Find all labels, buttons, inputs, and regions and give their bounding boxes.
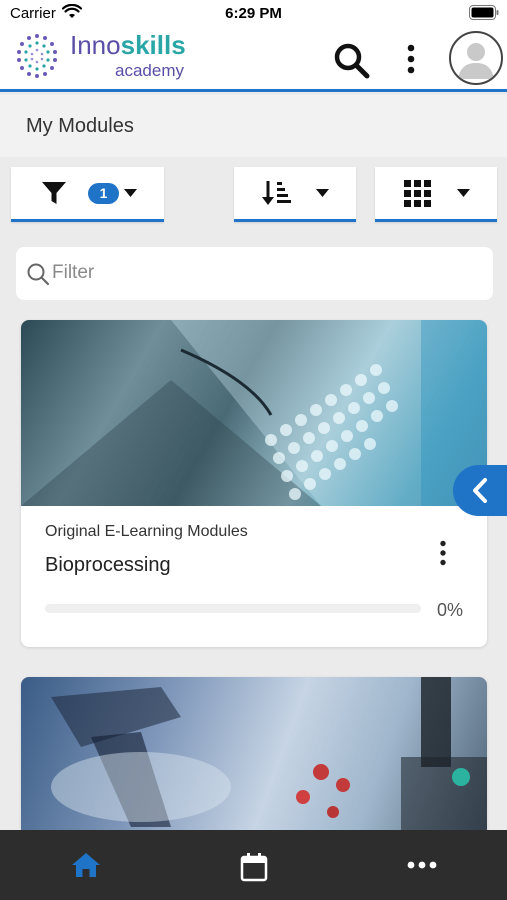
search-icon[interactable] bbox=[333, 42, 371, 80]
nav-calendar[interactable] bbox=[228, 830, 280, 900]
view-mode-button[interactable] bbox=[375, 167, 497, 222]
sort-button[interactable] bbox=[234, 167, 356, 222]
caret-down-icon bbox=[316, 189, 329, 197]
module-image bbox=[21, 677, 487, 837]
caret-down-icon bbox=[457, 189, 470, 197]
avatar-icon bbox=[458, 43, 494, 79]
more-horiz-icon bbox=[407, 861, 437, 869]
logo-icon bbox=[17, 34, 57, 78]
module-image-art bbox=[21, 320, 487, 506]
filter-button[interactable]: 1 bbox=[11, 167, 164, 222]
calendar-icon bbox=[240, 853, 268, 882]
filter-input[interactable] bbox=[52, 257, 472, 289]
progress-bar bbox=[45, 604, 421, 613]
nav-home[interactable] bbox=[60, 830, 112, 900]
side-panel-toggle[interactable] bbox=[453, 465, 507, 516]
module-card[interactable]: Original E-Learning Modules Bioprocessin… bbox=[21, 320, 487, 647]
module-title[interactable]: Bioprocessing bbox=[45, 554, 171, 577]
status-bar: Carrier 6:29 PM bbox=[0, 0, 507, 26]
more-vert-icon[interactable] bbox=[406, 44, 416, 76]
logo-text-academy: academy bbox=[115, 61, 184, 80]
filter-icon bbox=[42, 182, 66, 204]
clock: 6:29 PM bbox=[225, 5, 282, 22]
caret-down-icon bbox=[124, 189, 137, 197]
logo-text-skills: skills bbox=[120, 30, 186, 60]
module-image bbox=[21, 320, 487, 506]
progress-percent: 0% bbox=[437, 600, 464, 620]
page-title-bar: My Modules bbox=[0, 95, 507, 157]
module-card[interactable] bbox=[21, 677, 487, 837]
avatar[interactable] bbox=[449, 31, 503, 85]
nav-more[interactable] bbox=[396, 830, 448, 900]
more-vert-icon[interactable] bbox=[439, 540, 447, 566]
page-title: My Modules bbox=[26, 115, 134, 137]
app-header: Innoskills academy bbox=[0, 26, 507, 92]
chevron-left-icon bbox=[473, 478, 487, 503]
filter-search-box bbox=[16, 247, 493, 300]
bottom-nav bbox=[0, 830, 507, 900]
module-category: Original E-Learning Modules bbox=[45, 523, 248, 540]
logo: Innoskills academy bbox=[70, 30, 186, 79]
filter-count-badge: 1 bbox=[88, 183, 119, 204]
module-image-art bbox=[51, 677, 487, 837]
battery-icon bbox=[469, 5, 499, 20]
sort-icon bbox=[262, 181, 291, 205]
logo-text-inno: Inno bbox=[70, 30, 121, 60]
home-icon bbox=[72, 853, 100, 877]
search-icon bbox=[27, 263, 50, 286]
grid-view-icon bbox=[404, 180, 431, 207]
